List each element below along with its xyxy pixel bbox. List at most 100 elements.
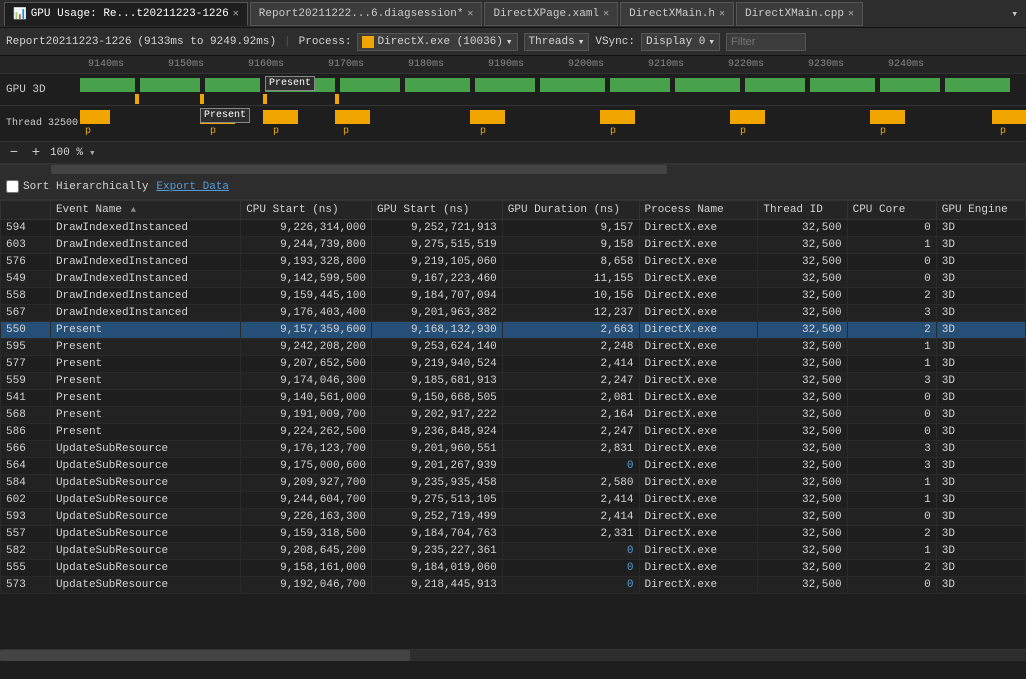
table-row[interactable]: 555 UpdateSubResource 9,158,161,000 9,18… [1,560,1026,577]
data-table-wrap[interactable]: Event Name ▲ CPU Start (ns) GPU Start (n… [0,200,1026,649]
cell-tid: 32,500 [758,356,847,373]
table-row[interactable]: 593 UpdateSubResource 9,226,163,300 9,25… [1,509,1026,526]
cell-gpudur: 0 [502,560,639,577]
cell-gpudur: 2,663 [502,322,639,339]
zoom-minus-button[interactable]: − [6,145,22,161]
tab-label-directxmain-cpp: DirectXMain.cpp [745,8,844,20]
tab-directxmain-h[interactable]: DirectXMain.h ✕ [620,2,734,26]
table-row[interactable]: 573 UpdateSubResource 9,192,046,700 9,21… [1,577,1026,594]
thread-bar-1 [80,110,110,124]
th-gpuengine[interactable]: GPU Engine [936,201,1025,220]
gpu-bar-11 [745,78,805,92]
tab-report[interactable]: Report20211222...6.diagsession* ✕ [250,2,483,26]
cell-event: UpdateSubResource [50,560,240,577]
tab-directxpage[interactable]: DirectXPage.xaml ✕ [484,2,618,26]
thread-32500-track[interactable]: p p p p p p p p p Present [80,106,1026,141]
tab-gpu-usage[interactable]: 📊 GPU Usage: Re...t20211223-1226 ✕ [4,2,248,26]
table-row[interactable]: 577 Present 9,207,652,500 9,219,940,524 … [1,356,1026,373]
table-row[interactable]: 582 UpdateSubResource 9,208,645,200 9,23… [1,543,1026,560]
cell-id: 593 [1,509,51,526]
table-row[interactable]: 595 Present 9,242,208,200 9,253,624,140 … [1,339,1026,356]
bottom-scrollbar[interactable] [0,649,1026,661]
cell-gpustart: 9,202,917,222 [371,407,502,424]
th-cpucore[interactable]: CPU Core [847,201,936,220]
cell-event: Present [50,424,240,441]
cell-event: UpdateSubResource [50,458,240,475]
table-row[interactable]: 558 DrawIndexedInstanced 9,159,445,100 9… [1,288,1026,305]
th-gpustart[interactable]: GPU Start (ns) [371,201,502,220]
close-icon-5[interactable]: ✕ [848,8,854,20]
cell-tid: 32,500 [758,305,847,322]
chevron-down-icon: ▾ [1011,7,1018,21]
table-row[interactable]: 576 DrawIndexedInstanced 9,193,328,800 9… [1,254,1026,271]
table-row[interactable]: 602 UpdateSubResource 9,244,604,700 9,27… [1,492,1026,509]
tick-6: 9200ms [568,59,604,70]
gpu-bar-3 [205,78,260,92]
tab-label-directxmain-h: DirectXMain.h [629,8,715,20]
zoom-plus-button[interactable]: + [28,145,44,161]
table-row[interactable]: 603 DrawIndexedInstanced 9,244,739,800 9… [1,237,1026,254]
table-row[interactable]: 567 DrawIndexedInstanced 9,176,403,400 9… [1,305,1026,322]
cell-event: UpdateSubResource [50,526,240,543]
table-row[interactable]: 586 Present 9,224,262,500 9,236,848,924 … [1,424,1026,441]
table-row[interactable]: 541 Present 9,140,561,000 9,150,668,505 … [1,390,1026,407]
process-dropdown[interactable]: DirectX.exe (10036) ▾ [357,33,517,51]
table-row[interactable]: 557 UpdateSubResource 9,159,318,500 9,18… [1,526,1026,543]
cell-gpustart: 9,275,515,519 [371,237,502,254]
threads-dropdown[interactable]: Threads ▾ [524,33,590,51]
cell-tid: 32,500 [758,373,847,390]
table-row[interactable]: 564 UpdateSubResource 9,175,000,600 9,20… [1,458,1026,475]
thread-bar-3 [263,110,298,124]
table-row[interactable]: 566 UpdateSubResource 9,176,123,700 9,20… [1,441,1026,458]
cell-gpudur: 2,164 [502,407,639,424]
table-row[interactable]: 550 Present 9,157,359,600 9,168,132,930 … [1,322,1026,339]
cell-gpuengine: 3D [936,237,1025,254]
cell-cpucore: 1 [847,339,936,356]
export-data-button[interactable]: Export Data [156,181,229,193]
close-icon-4[interactable]: ✕ [719,8,725,20]
thread-bar-8 [870,110,905,124]
cell-cpucore: 0 [847,254,936,271]
table-row[interactable]: 594 DrawIndexedInstanced 9,226,314,000 9… [1,220,1026,237]
gpu-bar-7 [475,78,535,92]
table-row[interactable]: 584 UpdateSubResource 9,209,927,700 9,23… [1,475,1026,492]
tab-directxmain-cpp[interactable]: DirectXMain.cpp ✕ [736,2,863,26]
close-icon-2[interactable]: ✕ [467,8,473,20]
table-body: 594 DrawIndexedInstanced 9,226,314,000 9… [1,220,1026,594]
close-icon[interactable]: ✕ [233,8,239,20]
table-row[interactable]: 549 DrawIndexedInstanced 9,142,599,500 9… [1,271,1026,288]
th-gpudur[interactable]: GPU Duration (ns) [502,201,639,220]
sort-hierarchically-checkbox[interactable]: Sort Hierarchically [6,180,148,193]
cell-id: 555 [1,560,51,577]
th-event[interactable]: Event Name ▲ [50,201,240,220]
display-dropdown[interactable]: Display 0 ▾ [641,33,720,51]
cell-id: 576 [1,254,51,271]
cell-gpustart: 9,235,227,361 [371,543,502,560]
cell-tid: 32,500 [758,220,847,237]
tab-overflow[interactable]: ▾ [1007,7,1022,21]
cell-id: 564 [1,458,51,475]
zoom-dropdown-icon[interactable]: ▾ [89,146,96,160]
th-proc[interactable]: Process Name [639,201,758,220]
p-label-6: p [610,126,616,137]
sort-hierarchically-input[interactable] [6,180,19,193]
table-row[interactable]: 568 Present 9,191,009,700 9,202,917,222 … [1,407,1026,424]
gpu-bar-1 [80,78,135,92]
th-tid[interactable]: Thread ID [758,201,847,220]
cell-gpudur: 2,081 [502,390,639,407]
cell-gpuengine: 3D [936,424,1025,441]
gpu-3d-track[interactable]: Present [80,74,1026,105]
th-cpustart[interactable]: CPU Start (ns) [241,201,372,220]
timeline-scrollbar[interactable] [0,164,1026,174]
cell-gpudur: 11,155 [502,271,639,288]
cell-cpustart: 9,159,318,500 [241,526,372,543]
cell-id: 550 [1,322,51,339]
cell-cpucore: 2 [847,288,936,305]
cell-gpustart: 9,235,935,458 [371,475,502,492]
filter-input[interactable] [726,33,806,51]
close-icon-3[interactable]: ✕ [603,8,609,20]
cell-gpuengine: 3D [936,577,1025,594]
table-row[interactable]: 559 Present 9,174,046,300 9,185,681,913 … [1,373,1026,390]
p-marker-3 [263,94,267,104]
cell-tid: 32,500 [758,339,847,356]
